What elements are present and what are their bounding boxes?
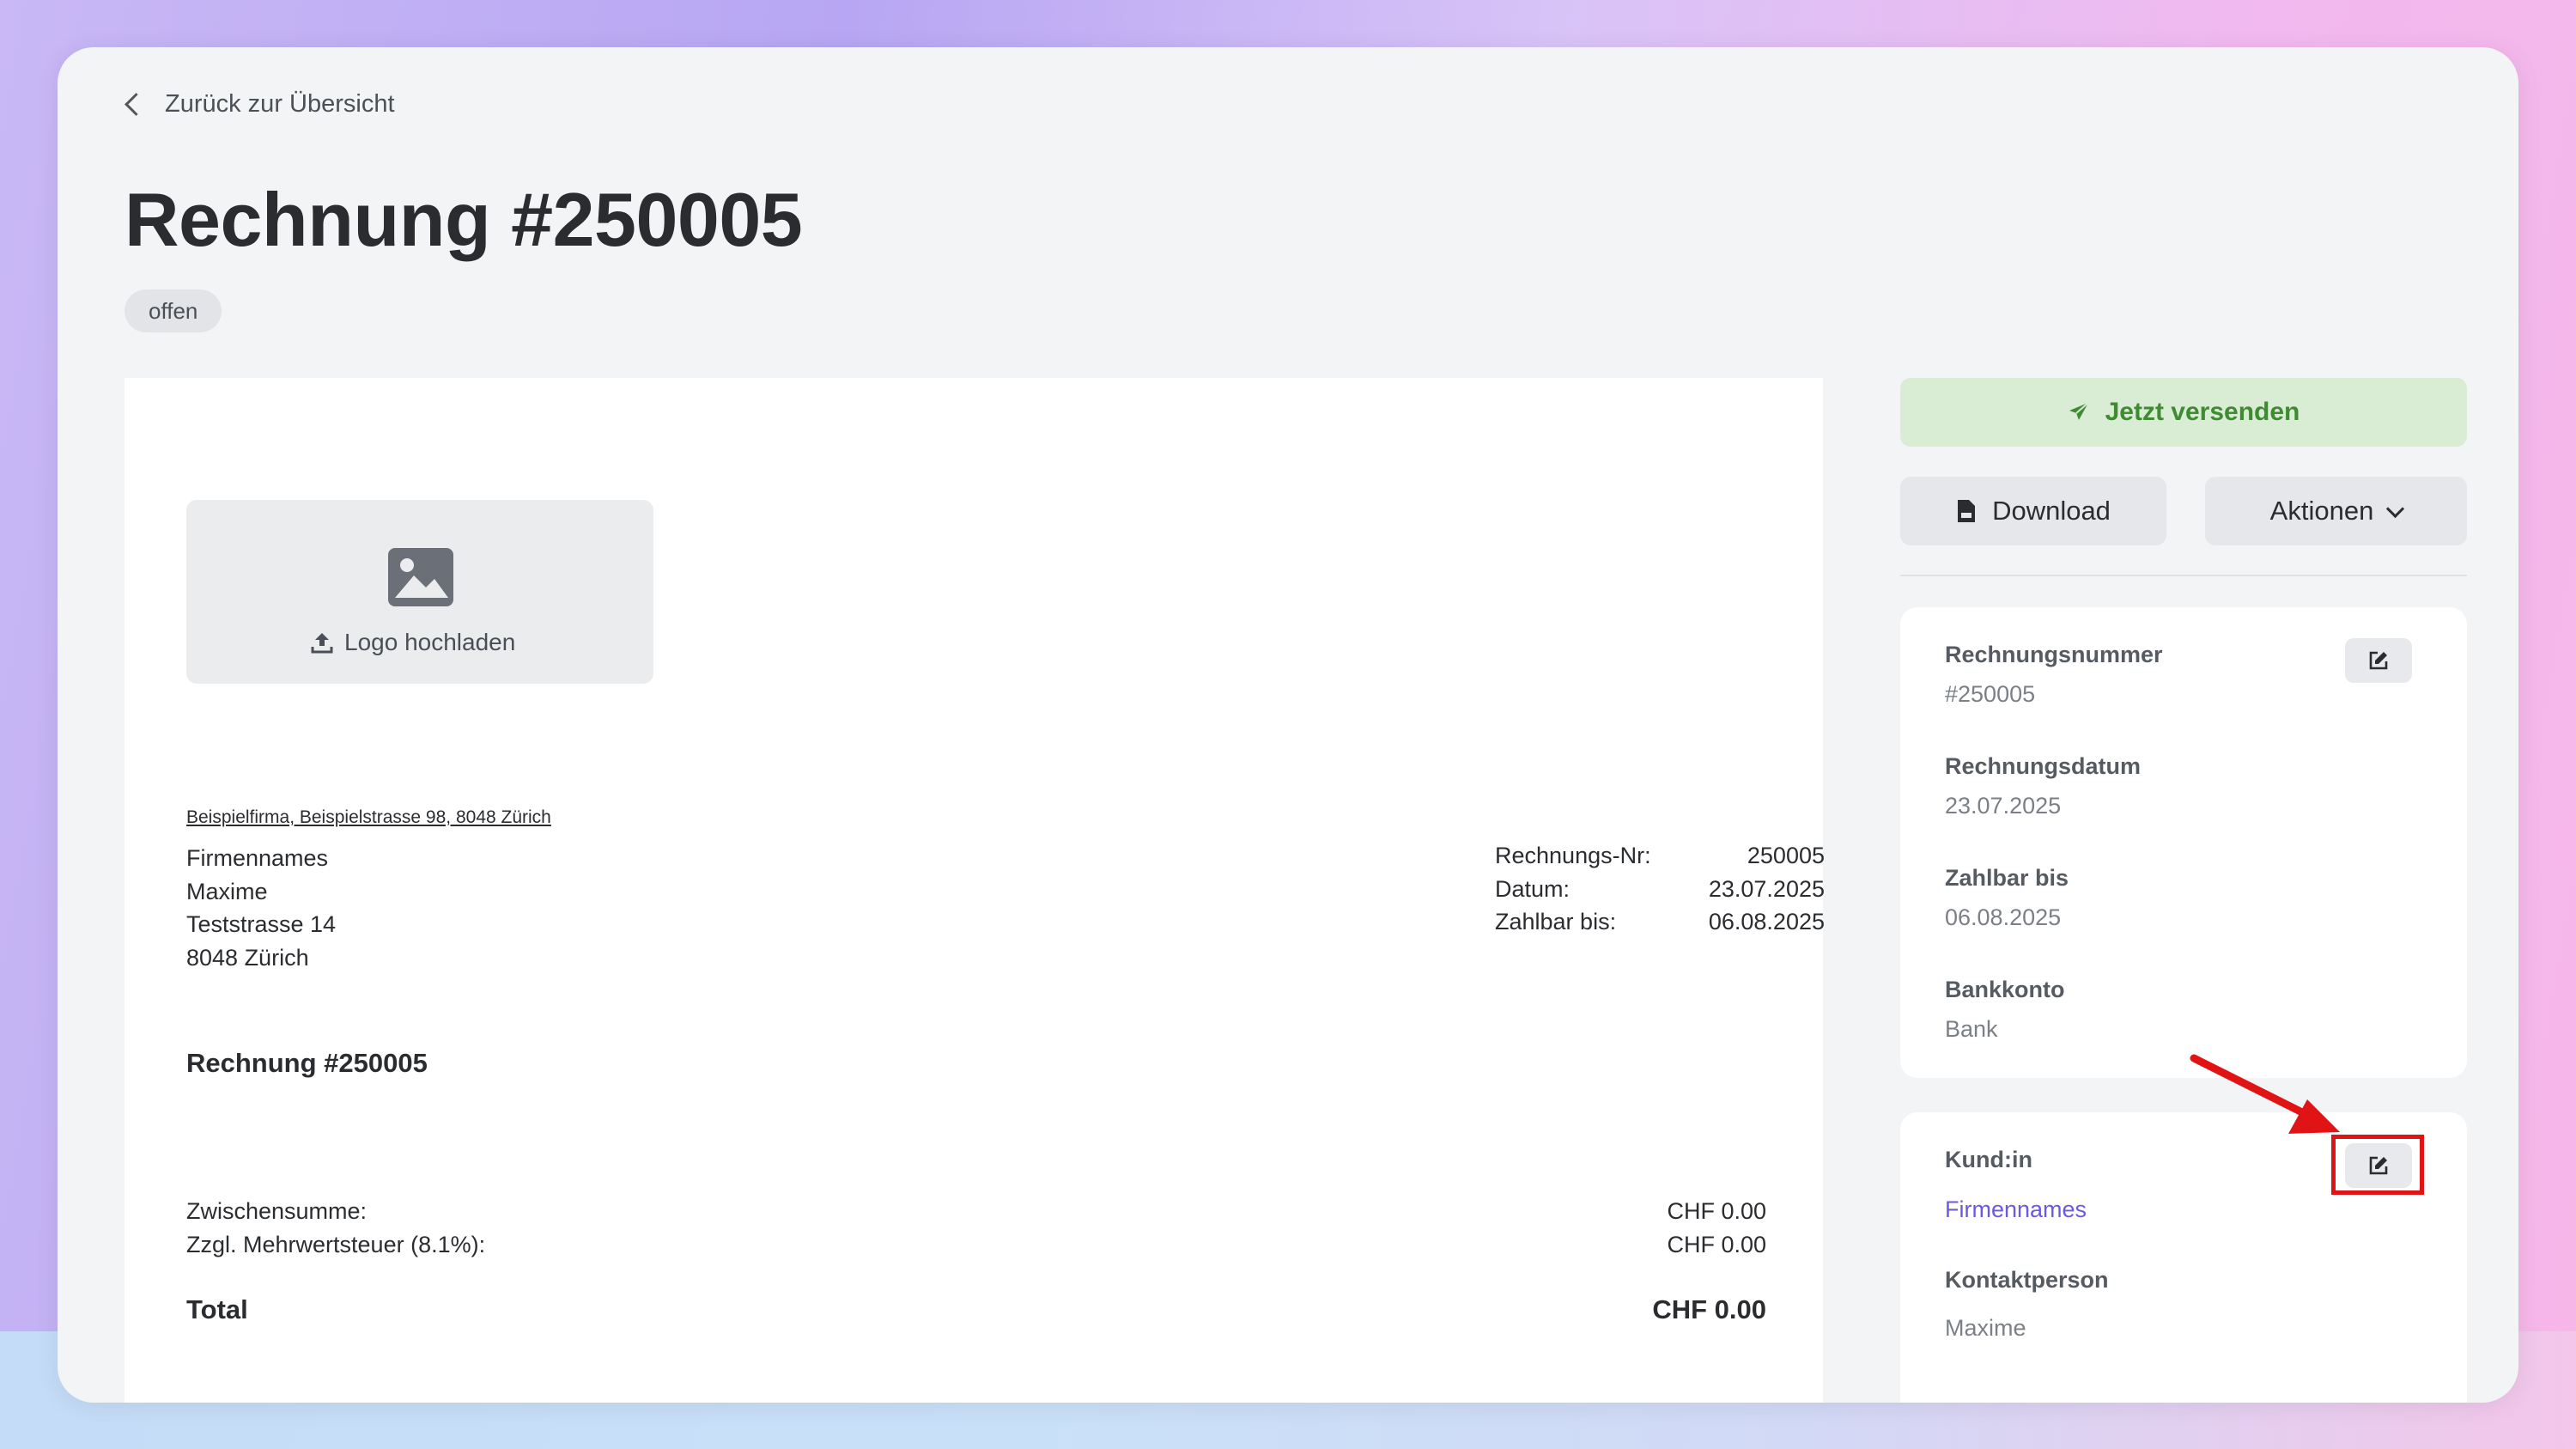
- recipient-line: 8048 Zürich: [186, 944, 309, 971]
- invoice-doc-title: Rechnung #250005: [186, 1048, 428, 1078]
- actions-dropdown-button[interactable]: Aktionen: [2205, 477, 2467, 545]
- vat-label: Zzgl. Mehrwertsteuer (8.1%):: [186, 1232, 486, 1257]
- divider: [1900, 575, 2467, 576]
- image-icon: [388, 548, 453, 606]
- download-button[interactable]: Download: [1900, 477, 2166, 545]
- due-date-value: 06.08.2025: [1945, 904, 2062, 930]
- invoice-details-card: Rechnungsnummer #250005 Rechnungsdatum 2…: [1900, 607, 2467, 1078]
- send-now-label: Jetzt versenden: [2105, 398, 2300, 426]
- recipient-line: Firmennames: [186, 845, 329, 871]
- back-link[interactable]: Zurück zur Übersicht: [123, 90, 395, 119]
- invoice-number-label: Rechnungsnummer: [1945, 642, 2163, 667]
- meta-row: Rechnungs-Nr: 250005: [1495, 839, 1825, 873]
- logo-upload-label: Logo hochladen: [344, 629, 516, 655]
- chevron-left-icon: [125, 93, 148, 116]
- meta-label: Datum:: [1495, 875, 1571, 902]
- paper-plane-icon: [2069, 402, 2089, 420]
- vat-value: CHF 0.00: [1667, 1232, 1766, 1257]
- customer-name-link[interactable]: Firmennames: [1945, 1196, 2087, 1223]
- meta-value: 23.07.2025: [1708, 875, 1825, 902]
- recipient-address: Firmennames Maxime Teststrasse 14 8048 Z…: [186, 842, 336, 974]
- subtotal-row: Zwischensumme: CHF 0.00: [186, 1198, 1766, 1225]
- page-title: Rechnung #250005: [125, 177, 803, 262]
- chevron-down-icon: [2386, 499, 2405, 518]
- recipient-line: Maxime: [186, 878, 268, 904]
- pdf-file-icon: [1958, 500, 1976, 522]
- invoice-meta: Rechnungs-Nr: 250005 Datum: 23.07.2025 Z…: [1495, 839, 1825, 939]
- subtotal-value: CHF 0.00: [1667, 1198, 1766, 1224]
- bank-account-label: Bankkonto: [1945, 977, 2065, 1002]
- subtotal-label: Zwischensumme:: [186, 1198, 368, 1224]
- invoice-number-value: #250005: [1945, 681, 2036, 707]
- due-date-label: Zahlbar bis: [1945, 865, 2069, 891]
- status-badge: offen: [125, 289, 222, 332]
- contact-person-label: Kontaktperson: [1945, 1267, 2109, 1293]
- meta-row: Datum: 23.07.2025: [1495, 873, 1825, 906]
- upload-icon: [311, 633, 333, 654]
- app-window: Zurück zur Übersicht Rechnung #250005 of…: [58, 47, 2518, 1403]
- total-row: Total CHF 0.00: [186, 1294, 1766, 1325]
- sender-address-line: Beispielfirma, Beispielstrasse 98, 8048 …: [186, 807, 551, 827]
- actions-label: Aktionen: [2269, 496, 2374, 526]
- contact-person-value: Maxime: [1945, 1315, 2026, 1341]
- total-label: Total: [186, 1294, 248, 1324]
- vat-row: Zzgl. Mehrwertsteuer (8.1%): CHF 0.00: [186, 1232, 1766, 1258]
- logo-upload-row: Logo hochladen: [310, 629, 515, 656]
- meta-value: 250005: [1747, 843, 1825, 868]
- recipient-line: Teststrasse 14: [186, 911, 337, 937]
- customer-label: Kund:in: [1945, 1147, 2032, 1172]
- meta-row: Zahlbar bis: 06.08.2025: [1495, 905, 1825, 939]
- invoice-preview: Logo hochladen Beispielfirma, Beispielst…: [125, 378, 1825, 1403]
- invoice-date-label: Rechnungsdatum: [1945, 753, 2142, 779]
- meta-label: Rechnungs-Nr:: [1495, 843, 1651, 868]
- edit-icon: [2369, 651, 2388, 670]
- bank-account-value: Bank: [1945, 1016, 1998, 1042]
- invoice-date-value: 23.07.2025: [1945, 793, 2062, 819]
- download-label: Download: [1992, 496, 2111, 526]
- send-now-button[interactable]: Jetzt versenden: [1900, 378, 2467, 447]
- meta-label: Zahlbar bis:: [1495, 909, 1617, 935]
- back-link-label: Zurück zur Übersicht: [165, 90, 395, 118]
- logo-upload-area[interactable]: Logo hochladen: [186, 500, 653, 684]
- total-value: CHF 0.00: [1652, 1294, 1766, 1324]
- meta-value: 06.08.2025: [1708, 909, 1825, 935]
- red-arrow: [2190, 1054, 2340, 1134]
- edit-details-button[interactable]: [2345, 638, 2412, 683]
